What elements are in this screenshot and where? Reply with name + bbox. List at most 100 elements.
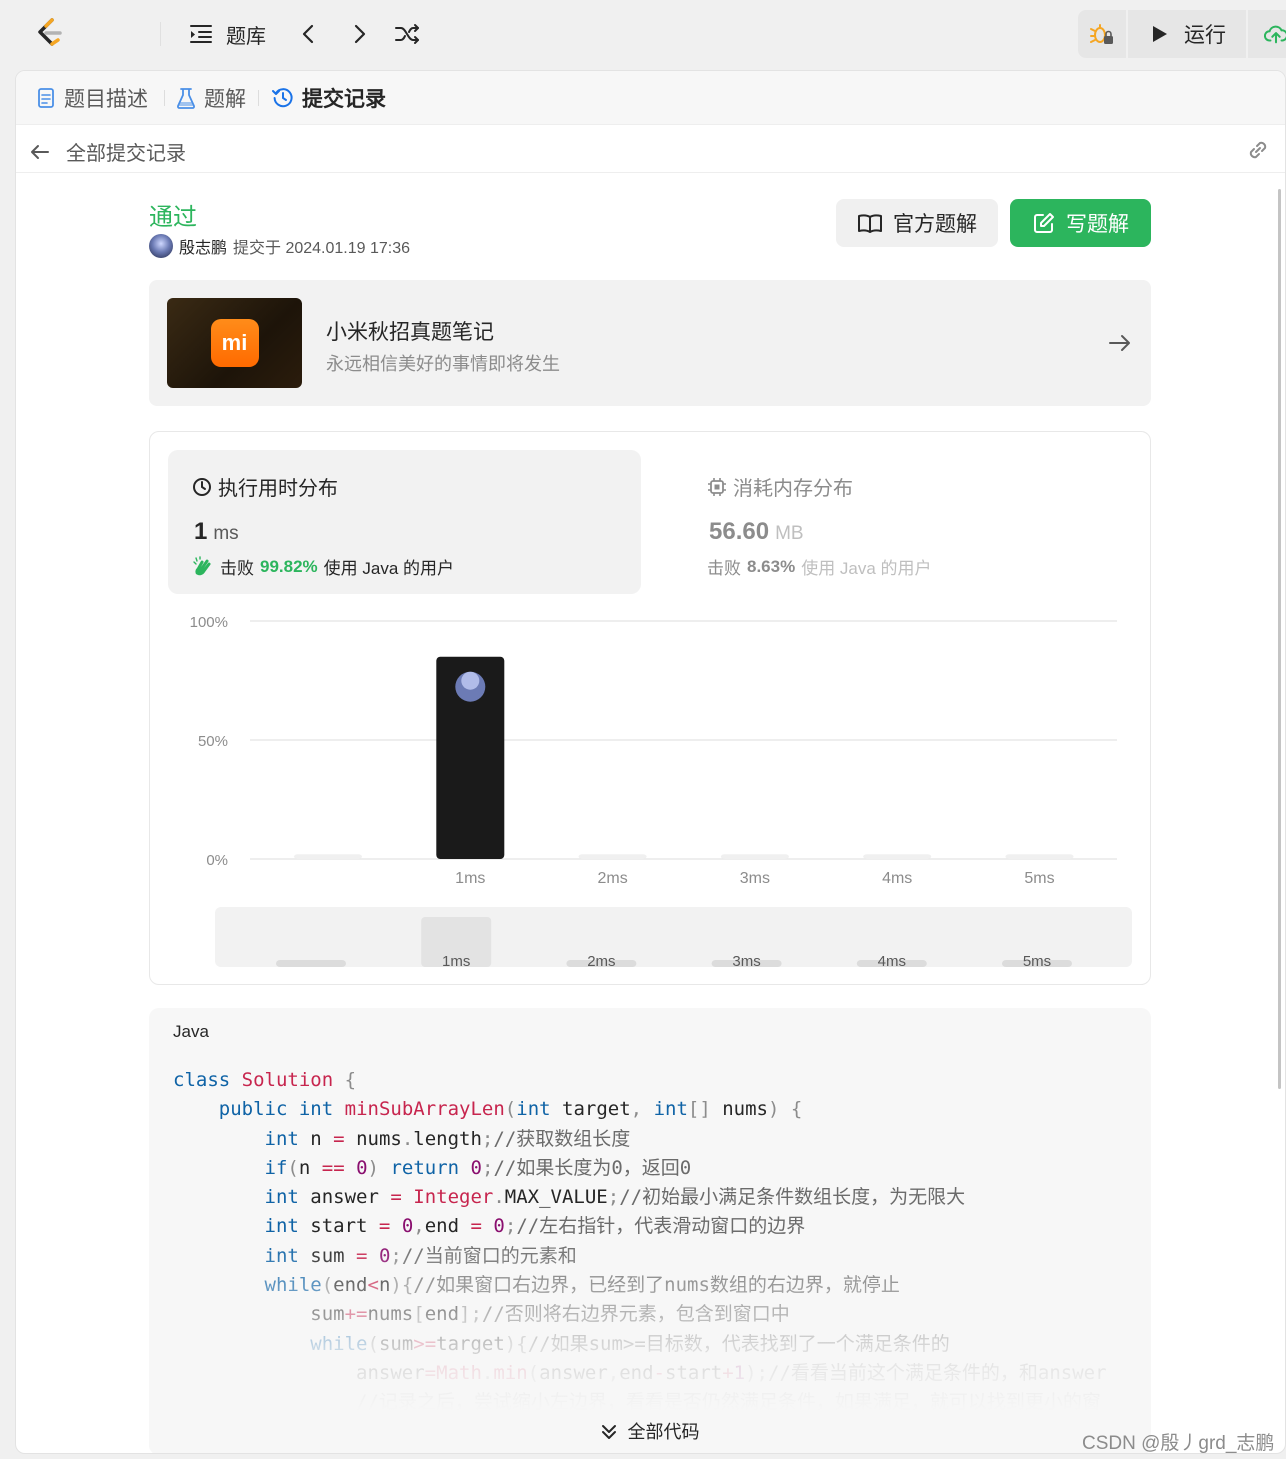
runtime-beat-suffix: 使用 Java 的用户 — [323, 559, 455, 578]
list-icon — [190, 25, 212, 43]
back-label: 全部提交记录 — [66, 143, 186, 165]
bar — [294, 854, 362, 859]
runtime-title-label: 执行用时分布 — [218, 478, 338, 500]
back-to-all-submissions[interactable]: 全部提交记录 — [28, 137, 186, 166]
tab-bar: 题目描述 题解 提交记录 — [16, 71, 1285, 125]
memory-beat: 击败 8.63% 使用 Java 的用户 — [707, 554, 932, 579]
watermark: CSDN @殷丿grd_志鹏 — [1082, 1433, 1275, 1454]
document-icon — [38, 88, 54, 108]
scrollbar[interactable] — [1278, 189, 1281, 1089]
double-chevron-down-icon — [602, 1425, 617, 1439]
arrow-left-icon — [31, 144, 49, 159]
tab-solutions-label: 题解 — [204, 88, 246, 111]
official-solution-label: 官方题解 — [893, 213, 977, 236]
runtime-number: 1 — [194, 518, 208, 545]
write-solution-label: 写题解 — [1066, 213, 1129, 236]
problem-bank-button[interactable]: 题库 — [188, 18, 266, 50]
promo-image: mi — [167, 298, 302, 388]
tab-submissions[interactable]: 提交记录 — [272, 83, 386, 113]
x-tick-label: 2ms — [597, 870, 627, 887]
tab-solutions[interactable]: 题解 — [176, 83, 246, 113]
run-toolbar: 运行 — [1078, 10, 1286, 58]
navigator-label: 4ms — [878, 953, 906, 970]
runtime-distribution-chart: 100% 50% 0% 1ms 2ms 3ms 4ms 5ms 1ms 2ms 3ms 4ms 5ms — [190, 614, 1132, 970]
arrow-right-icon — [1109, 335, 1130, 351]
submission-panel: 题目描述 题解 提交记录 全部提交记录 通过 殷志鹏 提交于 2024.01.1… — [15, 70, 1286, 1454]
tab-description[interactable]: 题目描述 — [36, 83, 148, 113]
clock-icon — [193, 477, 211, 496]
runtime-card[interactable]: 执行用时分布 1 ms 击败 99.82% 使用 Java 的用户 — [168, 450, 641, 594]
memory-title-label: 消耗内存分布 — [733, 478, 853, 500]
cloud-upload-icon — [1264, 25, 1286, 44]
run-button[interactable]: 运行 — [1128, 10, 1246, 58]
range-navigator — [215, 907, 1132, 967]
next-problem-button[interactable] — [346, 18, 372, 50]
divider — [160, 22, 161, 46]
navigator-label: 2ms — [587, 953, 615, 970]
navigator-label: 3ms — [732, 953, 760, 970]
promo-card[interactable]: mi 小米秋招真题笔记 永远相信美好的事情即将发生 — [149, 280, 1151, 406]
memory-value: 56.60 MB — [709, 518, 804, 546]
navigator-bar — [276, 960, 346, 967]
run-label: 运行 — [1184, 24, 1226, 47]
memory-unit: MB — [775, 523, 804, 544]
code-viewer: Java class Solution { public int minSubA… — [149, 1008, 1151, 1453]
bar — [720, 854, 789, 859]
bar — [578, 854, 647, 859]
chip-icon — [708, 477, 726, 496]
link-icon[interactable] — [1245, 137, 1271, 163]
leetcode-logo-icon[interactable] — [32, 16, 66, 50]
submission-meta: 殷志鹏 提交于 2024.01.19 17:36 — [149, 234, 410, 258]
performance-stats: 执行用时分布 1 ms 击败 99.82% 使用 Java 的用户 消耗内存分布… — [149, 431, 1151, 985]
promo-subtitle: 永远相信美好的事情即将发生 — [326, 354, 560, 374]
bar-avatar-glow — [461, 671, 480, 690]
memory-title: 消耗内存分布 — [707, 472, 853, 501]
bar — [1005, 854, 1074, 859]
official-solution-button[interactable]: 官方题解 — [836, 199, 998, 247]
write-solution-button[interactable]: 写题解 — [1010, 199, 1151, 247]
submit-button[interactable] — [1248, 10, 1286, 58]
chevron-left-icon — [302, 24, 314, 44]
play-icon — [1153, 26, 1167, 42]
runtime-value: 1 ms — [194, 518, 239, 546]
x-tick-label: 3ms — [740, 870, 770, 887]
top-bar: 题库 运行 — [0, 0, 1286, 68]
divider — [164, 90, 165, 106]
tab-description-label: 题目描述 — [64, 88, 148, 111]
memory-number: 56.60 — [709, 518, 770, 545]
problem-bank-label: 题库 — [226, 25, 266, 48]
memory-beat-suffix: 使用 Java 的用户 — [801, 559, 932, 578]
x-tick-label: 1ms — [455, 870, 485, 887]
submission-subheader: 全部提交记录 — [16, 125, 1285, 173]
history-icon — [272, 88, 293, 108]
avatar[interactable] — [149, 234, 173, 258]
debug-button[interactable] — [1078, 10, 1126, 58]
chevron-right-icon — [354, 24, 366, 44]
y-tick-label: 50% — [198, 733, 228, 750]
code-language: Java — [173, 1022, 209, 1041]
memory-card[interactable]: 消耗内存分布 56.60 MB 击败 8.63% 使用 Java 的用户 — [683, 450, 1123, 594]
divider — [258, 90, 259, 106]
show-all-code-button[interactable]: 全部代码 — [149, 1418, 1151, 1444]
promo-title: 小米秋招真题笔记 — [326, 321, 494, 344]
prev-problem-button[interactable] — [296, 18, 322, 50]
random-problem-button[interactable] — [394, 18, 420, 50]
runtime-beat: 击败 99.82% 使用 Java 的用户 — [192, 554, 454, 579]
x-tick-label: 5ms — [1024, 870, 1054, 887]
y-tick-label: 0% — [206, 852, 228, 869]
submitted-time: 提交于 2024.01.19 17:36 — [233, 240, 411, 257]
navigator-label: 5ms — [1023, 953, 1051, 970]
book-icon — [858, 214, 882, 233]
runtime-beat-prefix: 击败 — [220, 559, 254, 578]
shuffle-icon — [395, 24, 419, 44]
submission-status: 通过 — [149, 204, 197, 231]
tab-submissions-label: 提交记录 — [302, 88, 386, 111]
xiaomi-logo-icon: mi — [210, 319, 259, 367]
runtime-title: 执行用时分布 — [192, 472, 338, 501]
runtime-beat-pct: 99.82% — [260, 556, 318, 576]
runtime-unit: ms — [213, 523, 239, 544]
edit-icon — [1034, 213, 1054, 233]
user-name[interactable]: 殷志鹏 — [179, 234, 227, 258]
bug-lock-icon — [1090, 24, 1113, 44]
memory-beat-pct: 8.63% — [747, 556, 796, 576]
